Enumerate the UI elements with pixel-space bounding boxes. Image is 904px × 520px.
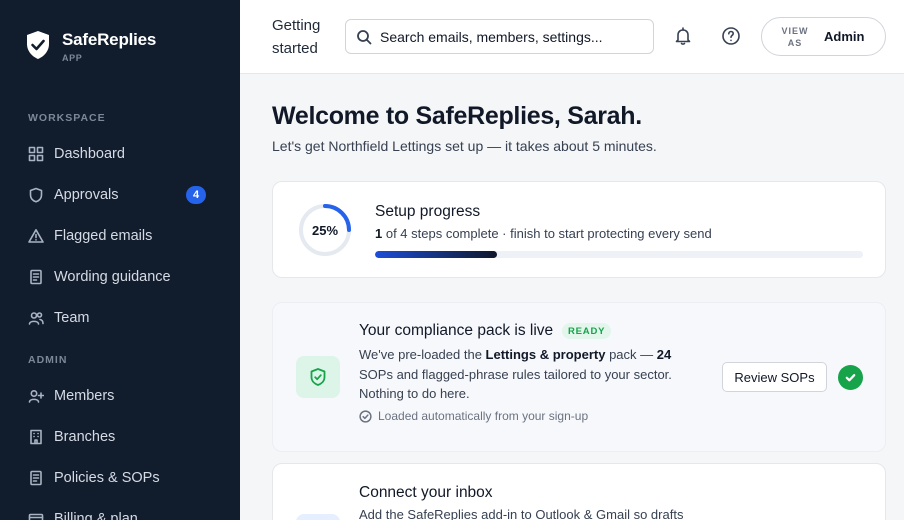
- sidebar-item-wording-guidance[interactable]: Wording guidance: [28, 264, 214, 290]
- brand[interactable]: SafeReplies APP: [26, 30, 156, 63]
- sidebar-item-label: Team: [54, 310, 90, 326]
- sidebar-item-label: Wording guidance: [54, 269, 171, 285]
- progress-bar-fill: [375, 251, 497, 258]
- brand-name: SafeReplies: [62, 30, 157, 49]
- help-circle-icon: [722, 27, 740, 45]
- section-label-workspace: WORKSPACE: [28, 112, 106, 124]
- welcome-subtitle: Let's get Northfield Lettings set up — i…: [272, 138, 657, 154]
- sidebar-item-billing-plan[interactable]: Billing & plan: [28, 506, 214, 520]
- shield-check-logo-icon: [27, 31, 49, 59]
- welcome-heading: Welcome to SafeReplies, Sarah.: [272, 102, 642, 130]
- status-badge: READY: [562, 323, 612, 339]
- complete-check-icon: [838, 365, 863, 390]
- document-icon: [28, 269, 44, 285]
- progress-title: Setup progress: [375, 203, 481, 220]
- pack-icon-tile: [296, 356, 340, 398]
- review-sops-button[interactable]: Review SOPs: [722, 362, 827, 392]
- sidebar-item-label: Dashboard: [54, 146, 125, 162]
- pack-title: Your compliance pack is live: [359, 322, 554, 339]
- shield-check-icon: [310, 368, 326, 386]
- document-icon: [28, 470, 44, 486]
- card-icon: [28, 511, 44, 520]
- inbox-icon-tile: [296, 514, 340, 520]
- inbox-title: Connect your inbox: [359, 484, 493, 501]
- bell-icon: [675, 27, 691, 45]
- search-input[interactable]: [380, 28, 650, 45]
- pack-description: We've pre-loaded the Lettings & property…: [359, 345, 689, 404]
- connect-inbox-card: Connect your inbox Add the SafeReplies a…: [272, 463, 886, 520]
- sidebar-item-team[interactable]: Team: [28, 305, 214, 331]
- sidebar-item-flagged-emails[interactable]: Flagged emails: [28, 223, 214, 249]
- brand-subtitle: APP: [62, 53, 83, 63]
- search-icon: [357, 29, 372, 44]
- view-as-label: VIEW AS: [781, 25, 809, 48]
- pack-name: Lettings & property: [485, 347, 606, 362]
- shield-icon: [28, 187, 44, 203]
- search-box[interactable]: [345, 19, 654, 54]
- progress-percent: 25%: [311, 222, 339, 238]
- pack-desc-part: pack —: [605, 347, 657, 362]
- sidebar-item-branches[interactable]: Branches: [28, 424, 214, 450]
- pack-note-text: Loaded automatically from your sign-up: [378, 409, 589, 423]
- pack-note: Loaded automatically from your sign-up: [359, 409, 588, 423]
- sidebar-item-label: Branches: [54, 429, 116, 445]
- building-icon: [28, 429, 44, 445]
- sidebar-item-label: Billing & plan: [54, 511, 138, 520]
- pack-desc-part: We've pre-loaded the: [359, 347, 486, 362]
- setup-progress-card: 25% Setup progress 1 of 4 steps complete…: [272, 181, 886, 278]
- user-plus-icon: [28, 388, 44, 404]
- people-icon: [28, 310, 44, 326]
- sidebar-item-dashboard[interactable]: Dashboard: [28, 141, 214, 167]
- warning-icon: [28, 228, 44, 244]
- page-title: Getting started: [272, 17, 321, 57]
- sidebar-item-label: Members: [54, 388, 115, 404]
- sidebar: SafeReplies APP WORKSPACE Dashboard Appr…: [0, 0, 240, 520]
- grid-icon: [28, 146, 44, 162]
- sidebar-item-approvals[interactable]: Approvals 4: [28, 182, 214, 208]
- notifications-button[interactable]: [672, 25, 694, 47]
- sidebar-item-label: Approvals: [54, 187, 119, 203]
- check-circle-icon: [359, 409, 372, 423]
- progress-subtitle: 1 of 4 steps complete · finish to start …: [375, 226, 712, 241]
- topbar: Getting started VIEW AS Admin: [240, 0, 904, 74]
- sidebar-item-members[interactable]: Members: [28, 383, 214, 409]
- sidebar-item-label: Flagged emails: [54, 228, 153, 244]
- view-as-value: Admin: [824, 29, 865, 44]
- approvals-count-badge: 4: [186, 186, 206, 204]
- view-as-switcher[interactable]: VIEW AS Admin: [761, 17, 886, 56]
- main-content: Welcome to SafeReplies, Sarah. Let's get…: [240, 74, 904, 520]
- pack-desc-part: SOPs and flagged-phrase rules tailored t…: [359, 366, 672, 402]
- help-button[interactable]: [720, 25, 742, 47]
- inbox-description: Add the SafeReplies add-in to Outlook & …: [359, 507, 684, 520]
- sop-count: 24: [656, 347, 672, 362]
- sidebar-item-label: Policies & SOPs: [54, 470, 160, 486]
- section-label-admin: ADMIN: [28, 354, 68, 366]
- progress-bar: [375, 251, 863, 258]
- steps-rest: of 4 steps complete · finish to start pr…: [382, 226, 712, 241]
- compliance-pack-card: Your compliance pack is live READY We've…: [272, 302, 886, 452]
- sidebar-item-policies-sops[interactable]: Policies & SOPs: [28, 465, 214, 491]
